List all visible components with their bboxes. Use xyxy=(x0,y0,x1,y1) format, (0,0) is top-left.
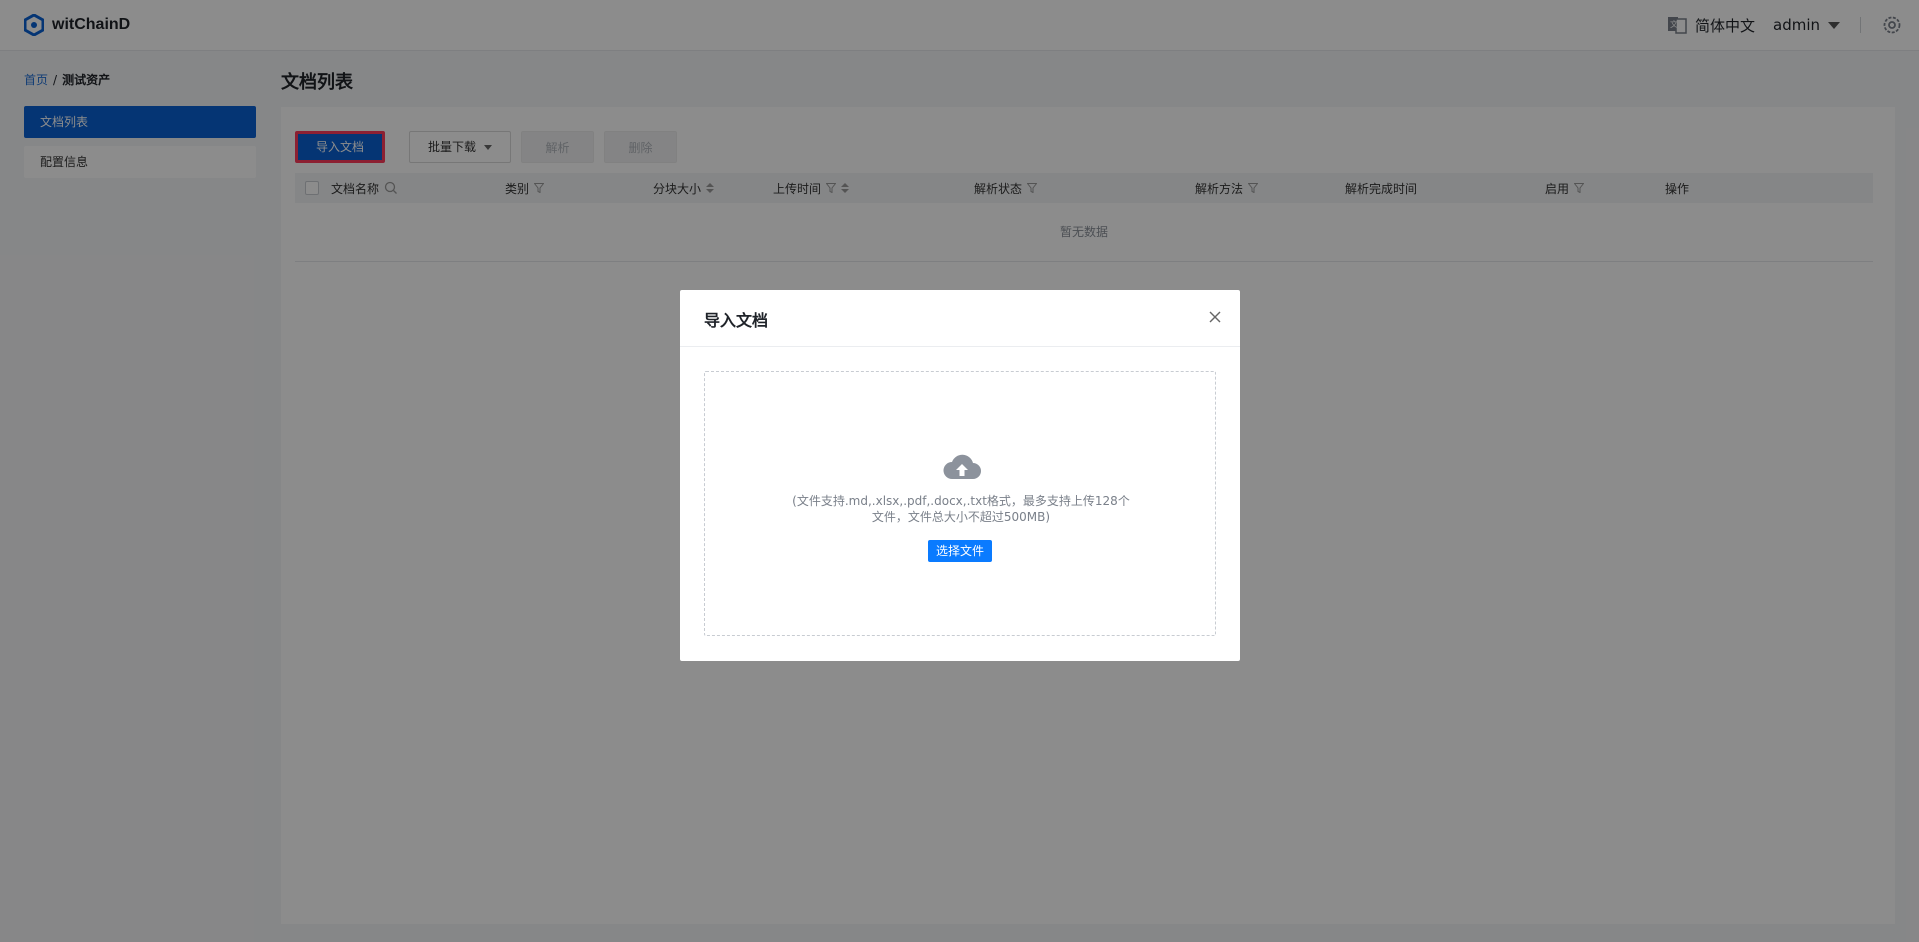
import-document-modal: 导入文档 (文件支持.md,.xlsx,.pdf,.docx,.txt格式，最多… xyxy=(680,290,1240,661)
choose-file-button[interactable]: 选择文件 xyxy=(928,540,993,562)
close-icon[interactable] xyxy=(1208,310,1222,324)
modal-header: 导入文档 xyxy=(680,290,1240,347)
modal-title: 导入文档 xyxy=(704,311,769,330)
upload-dropzone[interactable]: (文件支持.md,.xlsx,.pdf,.docx,.txt格式，最多支持上传1… xyxy=(704,371,1216,636)
cloud-upload-icon xyxy=(943,454,981,479)
upload-hint: (文件支持.md,.xlsx,.pdf,.docx,.txt格式，最多支持上传1… xyxy=(792,494,1130,524)
